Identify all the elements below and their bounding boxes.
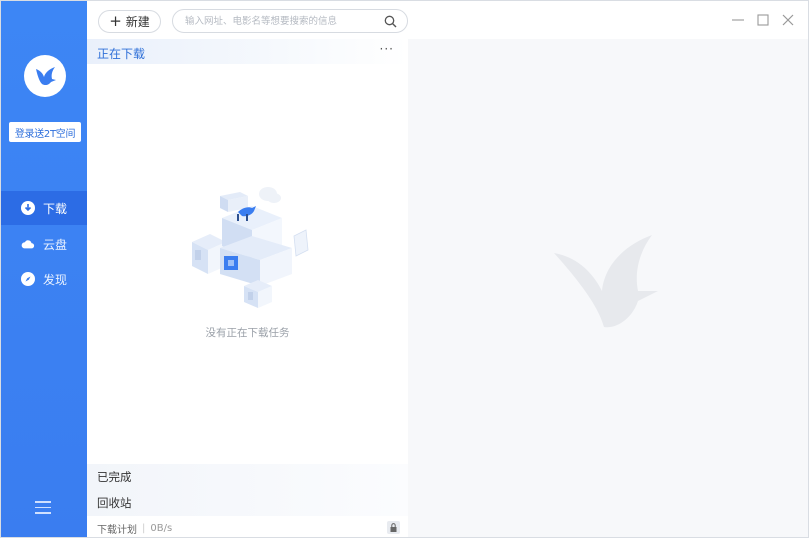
downloading-section-header: 正在下载 ···	[87, 39, 408, 64]
close-icon[interactable]	[781, 13, 795, 27]
app-window: 登录送2T空间 下载 云盘 发现 + 新建 输入网址、电影名等想要搜索的信息 正…	[0, 0, 809, 538]
login-button[interactable]: 登录送2T空间	[9, 122, 81, 142]
empty-boxes-illustration	[192, 187, 309, 308]
task-detail-area	[408, 39, 808, 537]
sidebar-item-download[interactable]: 下载	[1, 191, 87, 225]
cloud-icon	[21, 237, 35, 251]
lock-icon[interactable]	[387, 521, 400, 534]
compass-icon	[21, 272, 35, 286]
sidebar-item-label: 下载	[43, 201, 68, 216]
bird-watermark-icon	[554, 235, 658, 328]
sidebar: 登录送2T空间 下载 云盘 发现	[1, 1, 87, 537]
search-input[interactable]	[185, 12, 375, 30]
recycle-bin-folder[interactable]: 回收站	[87, 490, 408, 516]
top-toolbar: + 新建	[87, 1, 808, 39]
status-bar: 下载计划 | 0B/s	[87, 518, 408, 538]
bird-logo-icon	[36, 67, 56, 86]
search-box	[172, 9, 408, 33]
hamburger-menu-icon[interactable]	[35, 501, 51, 515]
download-icon	[21, 201, 35, 215]
more-options-icon[interactable]: ···	[380, 42, 394, 56]
completed-folder[interactable]: 已完成	[87, 464, 408, 490]
download-plan-link[interactable]: 下载计划	[97, 521, 137, 536]
sidebar-item-cloud[interactable]: 云盘	[1, 227, 87, 261]
section-title: 正在下载	[97, 47, 146, 61]
minimize-icon[interactable]	[731, 13, 745, 27]
divider: |	[142, 522, 146, 534]
new-task-label: 新建	[125, 15, 150, 29]
sidebar-item-label: 云盘	[43, 237, 68, 252]
sidebar-item-label: 发现	[43, 272, 68, 287]
sidebar-item-discover[interactable]: 发现	[1, 262, 87, 296]
new-task-button[interactable]: + 新建	[98, 10, 161, 33]
speed-readout: 0B/s	[150, 522, 173, 534]
plus-icon: +	[109, 12, 122, 30]
download-list-panel: 正在下载 ··· 没有正在下载任务 已完成 回收站 下载计划 | 0B/s	[87, 39, 408, 537]
search-icon[interactable]	[384, 15, 397, 28]
maximize-icon[interactable]	[756, 13, 770, 27]
empty-state-message: 没有正在下载任务	[205, 327, 290, 339]
app-logo	[24, 55, 66, 97]
